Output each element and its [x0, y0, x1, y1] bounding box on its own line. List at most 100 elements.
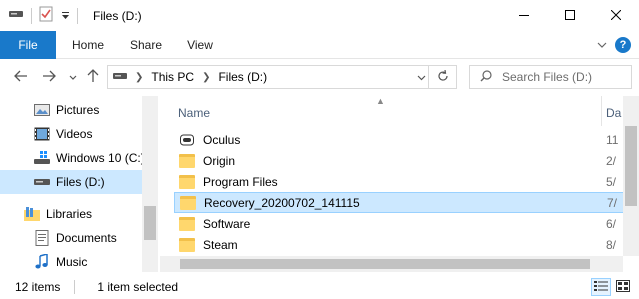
nav-item-documents[interactable]: Documents — [0, 226, 142, 250]
folder-icon — [179, 216, 195, 231]
file-name: Software — [203, 216, 251, 231]
item-count: 12 items — [15, 279, 61, 294]
toolbar-divider — [31, 7, 32, 24]
file-name: Oculus — [203, 132, 241, 147]
chevron-right-icon[interactable]: ❯ — [135, 72, 143, 83]
file-date: 11 — [606, 132, 619, 147]
nav-item-files-d[interactable]: Files (D:) — [0, 170, 142, 194]
file-list-horizontal-scrollbar[interactable] — [160, 256, 623, 272]
properties-icon[interactable] — [39, 6, 53, 25]
file-date: 2/ — [606, 153, 617, 168]
file-list: ▲ Name Da Oculus 11 Origin 2/ Program Fi… — [160, 96, 639, 272]
breadcrumb-this-pc[interactable]: This PC — [151, 70, 194, 84]
forward-button[interactable] — [40, 68, 58, 86]
close-icon — [610, 9, 622, 23]
title-bar: Files (D:) — [0, 0, 639, 31]
large-icons-view-icon — [616, 279, 630, 295]
tab-view[interactable]: View — [176, 31, 224, 59]
window-title: Files (D:) — [93, 8, 142, 23]
nav-scrollbar[interactable] — [142, 96, 158, 272]
tab-file[interactable]: File — [0, 31, 56, 59]
details-view-button[interactable] — [591, 278, 611, 296]
close-button[interactable] — [593, 0, 639, 31]
videos-icon — [34, 126, 50, 142]
breadcrumb-files-d[interactable]: Files (D:) — [218, 70, 267, 84]
selected-count: 1 item selected — [97, 279, 179, 294]
maximize-button[interactable] — [547, 0, 593, 31]
table-row-selected[interactable]: Recovery_20200702_141115 7/ — [174, 192, 624, 213]
folder-icon — [179, 174, 195, 189]
minimize-button[interactable] — [501, 0, 547, 31]
search-box[interactable]: Search Files (D:) — [469, 65, 632, 89]
chevron-right-icon[interactable]: ❯ — [202, 72, 210, 83]
table-row[interactable]: Software 6/ — [174, 213, 624, 234]
table-row[interactable]: Origin 2/ — [174, 150, 624, 171]
tab-share[interactable]: Share — [120, 31, 172, 59]
table-row[interactable]: Program Files 5/ — [174, 171, 624, 192]
up-button[interactable] — [84, 68, 102, 86]
tab-home[interactable]: Home — [60, 31, 116, 59]
nav-item-music[interactable]: Music — [0, 250, 142, 272]
folder-icon — [179, 153, 195, 168]
recent-locations-button[interactable] — [64, 68, 82, 86]
refresh-button[interactable] — [428, 66, 456, 88]
table-row[interactable]: Oculus 11 — [174, 129, 624, 150]
file-name: Recovery_20200702_141115 — [204, 195, 360, 210]
music-icon — [34, 254, 50, 270]
nav-item-libraries[interactable]: Libraries — [0, 202, 142, 226]
minimize-icon — [519, 9, 529, 23]
drive-icon — [34, 150, 50, 166]
column-divider[interactable] — [601, 96, 602, 126]
horizontal-scroll-thumb[interactable] — [180, 259, 590, 269]
nav-item-pictures[interactable]: Pictures — [0, 98, 142, 122]
file-name: Program Files — [203, 174, 278, 189]
drive-icon — [34, 174, 50, 190]
drive-icon[interactable] — [8, 8, 24, 23]
maximize-icon — [565, 9, 575, 23]
status-bar: 12 items 1 item selected — [0, 274, 639, 299]
arrow-up-icon — [87, 68, 99, 86]
address-row: ❯ This PC ❯ Files (D:) Search Files (D:) — [0, 60, 639, 94]
folder-icon — [180, 195, 196, 210]
drive-icon — [113, 70, 127, 84]
libraries-icon — [24, 206, 40, 222]
back-button[interactable] — [12, 68, 30, 86]
file-date: 5/ — [606, 174, 617, 189]
address-dropdown-icon[interactable] — [417, 70, 426, 84]
sort-ascending-icon: ▲ — [376, 96, 385, 106]
nav-item-videos[interactable]: Videos — [0, 122, 142, 146]
file-date: 6/ — [606, 216, 617, 231]
large-icons-view-button[interactable] — [613, 278, 633, 296]
file-date: 8/ — [606, 237, 617, 252]
file-name: Steam — [203, 237, 238, 252]
nav-scroll-thumb[interactable] — [144, 206, 156, 240]
arrow-left-icon — [14, 70, 28, 85]
ribbon-tabs: File Home Share View ? — [0, 31, 639, 59]
details-view-icon — [594, 280, 608, 295]
oculus-folder-icon — [179, 133, 195, 147]
toolbar-divider — [77, 7, 78, 24]
file-date: 7/ — [607, 195, 618, 210]
table-row[interactable]: Steam 8/ — [174, 234, 624, 255]
chevron-down-icon — [69, 70, 77, 84]
search-icon — [480, 69, 492, 85]
expand-ribbon-icon[interactable] — [597, 38, 607, 52]
refresh-icon — [437, 69, 449, 85]
documents-icon — [34, 230, 50, 246]
status-divider — [74, 279, 76, 294]
arrow-right-icon — [42, 70, 56, 85]
folder-icon — [179, 237, 195, 252]
file-list-vertical-scrollbar[interactable] — [623, 96, 639, 256]
help-icon[interactable]: ? — [615, 37, 631, 53]
navigation-pane: Pictures Videos Windows 10 (C:) Files (D… — [0, 96, 158, 272]
nav-item-windows-10-c[interactable]: Windows 10 (C:) — [0, 146, 145, 170]
file-name: Origin — [203, 153, 236, 168]
column-header-name[interactable]: Name — [178, 106, 210, 120]
address-bar[interactable]: ❯ This PC ❯ Files (D:) — [107, 65, 457, 89]
customize-toolbar-icon[interactable] — [61, 9, 70, 23]
search-placeholder: Search Files (D:) — [502, 70, 593, 84]
quick-access-toolbar — [8, 6, 85, 25]
column-header-date[interactable]: Da — [606, 106, 621, 120]
pictures-icon — [34, 102, 50, 118]
vertical-scroll-thumb[interactable] — [625, 126, 637, 206]
